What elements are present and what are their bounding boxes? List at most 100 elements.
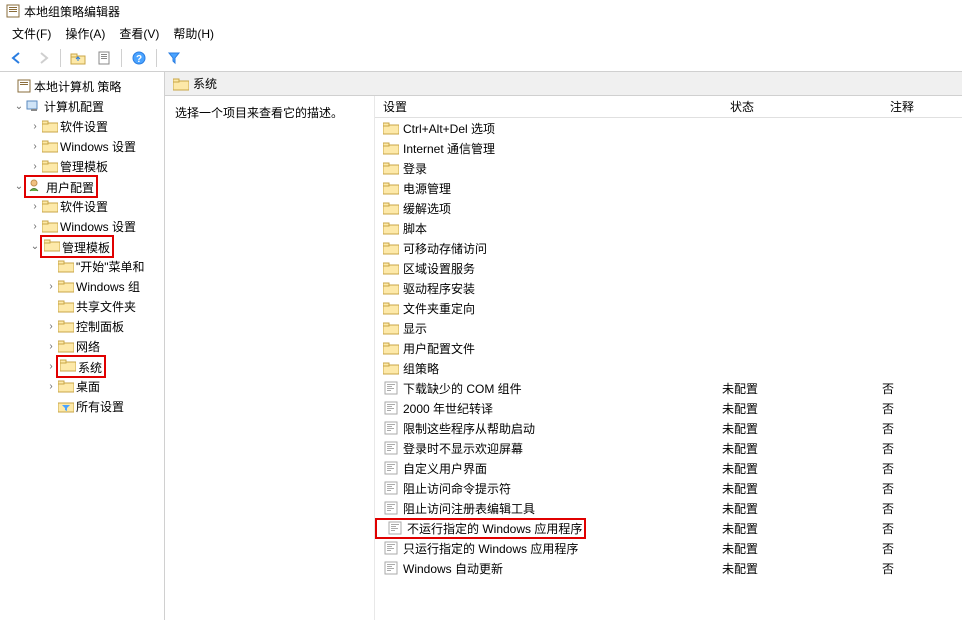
- list-item[interactable]: 阻止访问命令提示符未配置否: [375, 478, 962, 498]
- list-item[interactable]: 可移动存储访问: [375, 238, 962, 258]
- tree-item-label: 管理模板: [60, 158, 108, 175]
- list-item-label: 登录时不显示欢迎屏幕: [403, 440, 722, 457]
- list-item[interactable]: Windows 自动更新未配置否: [375, 558, 962, 578]
- list-item[interactable]: 只运行指定的 Windows 应用程序未配置否: [375, 538, 962, 558]
- menu-action[interactable]: 操作(A): [59, 23, 111, 44]
- list-item[interactable]: 文件夹重定向: [375, 298, 962, 318]
- content-body: 选择一个项目来查看它的描述。 设置 状态 注释 Ctrl+Alt+Del 选项I…: [165, 96, 962, 620]
- list-item[interactable]: 不运行指定的 Windows 应用程序未配置否: [375, 518, 962, 538]
- tree-item[interactable]: ⌄计算机配置: [0, 96, 164, 116]
- back-button[interactable]: [6, 47, 28, 69]
- list-item[interactable]: 缓解选项: [375, 198, 962, 218]
- column-name[interactable]: 设置: [375, 98, 722, 115]
- list-item-label: 用户配置文件: [403, 340, 722, 357]
- list-item[interactable]: Ctrl+Alt+Del 选项: [375, 118, 962, 138]
- list-item-label: 区域设置服务: [403, 260, 722, 277]
- tree-item[interactable]: ›Windows 设置: [0, 216, 164, 236]
- list-item[interactable]: 驱动程序安装: [375, 278, 962, 298]
- folder-icon: [58, 298, 74, 314]
- chevron-down-icon[interactable]: ⌄: [12, 101, 26, 112]
- folder-icon: [383, 140, 399, 156]
- list-item-label: 只运行指定的 Windows 应用程序: [403, 540, 722, 557]
- chevron-right-icon[interactable]: ›: [44, 281, 58, 292]
- filter-button[interactable]: [163, 47, 185, 69]
- column-state[interactable]: 状态: [722, 98, 882, 115]
- list-item[interactable]: 登录时不显示欢迎屏幕未配置否: [375, 438, 962, 458]
- tree-item[interactable]: ⌄管理模板: [0, 236, 164, 256]
- tree-item[interactable]: ⌄用户配置: [0, 176, 164, 196]
- list-item-note: 否: [882, 420, 962, 437]
- folder-icon: [58, 258, 74, 274]
- menubar: 文件(F) 操作(A) 查看(V) 帮助(H): [0, 22, 962, 44]
- toolbar-separator: [121, 49, 122, 67]
- tree-item[interactable]: › 管理模板: [0, 156, 164, 176]
- menu-file[interactable]: 文件(F): [6, 23, 57, 44]
- content-header: 系统: [165, 72, 962, 96]
- chevron-right-icon[interactable]: ›: [28, 221, 42, 232]
- tree-item[interactable]: › 控制面板: [0, 316, 164, 336]
- list-item-label: 文件夹重定向: [403, 300, 722, 317]
- list-item[interactable]: Internet 通信管理: [375, 138, 962, 158]
- list-item-label: 不运行指定的 Windows 应用程序: [407, 520, 582, 537]
- list-header: 设置 状态 注释: [375, 96, 962, 118]
- chevron-right-icon[interactable]: ›: [28, 201, 42, 212]
- column-note[interactable]: 注释: [882, 98, 962, 115]
- list-item[interactable]: 区域设置服务: [375, 258, 962, 278]
- description-column: 选择一个项目来查看它的描述。: [165, 96, 375, 620]
- list-item[interactable]: 限制这些程序从帮助启动未配置否: [375, 418, 962, 438]
- setting-icon: [383, 560, 399, 576]
- list-item-state: 未配置: [722, 560, 882, 577]
- folder-icon: [383, 320, 399, 336]
- tree-item[interactable]: ›网络: [0, 336, 164, 356]
- tree-item[interactable]: 所有设置: [0, 396, 164, 416]
- list-item[interactable]: 用户配置文件: [375, 338, 962, 358]
- list-item[interactable]: 显示: [375, 318, 962, 338]
- help-button[interactable]: ?: [128, 47, 150, 69]
- list-item[interactable]: 下载缺少的 COM 组件未配置否: [375, 378, 962, 398]
- list-item-note: 否: [882, 460, 962, 477]
- highlight-box: 系统: [56, 355, 106, 378]
- menu-help[interactable]: 帮助(H): [167, 23, 220, 44]
- list-item-label: 阻止访问命令提示符: [403, 480, 722, 497]
- folder-icon: [383, 360, 399, 376]
- list-item[interactable]: 脚本: [375, 218, 962, 238]
- folder-icon: [383, 240, 399, 256]
- tree-item[interactable]: ›桌面: [0, 376, 164, 396]
- tree-panel: 本地计算机 策略⌄计算机配置›软件设置›Windows 设置›管理模板⌄用户配置…: [0, 72, 165, 620]
- setting-icon: [383, 540, 399, 556]
- chevron-right-icon[interactable]: ›: [44, 341, 58, 352]
- list-item[interactable]: 登录: [375, 158, 962, 178]
- up-button[interactable]: [67, 47, 89, 69]
- chevron-right-icon[interactable]: ›: [28, 141, 42, 152]
- tree-item[interactable]: 本地计算机 策略: [0, 76, 164, 96]
- app-icon: [6, 4, 20, 18]
- chevron-right-icon[interactable]: ›: [44, 381, 58, 392]
- setting-icon: [387, 520, 403, 536]
- book-icon: [16, 78, 32, 94]
- chevron-right-icon[interactable]: ›: [28, 121, 42, 132]
- tree-item[interactable]: ›Windows 设置: [0, 136, 164, 156]
- tree-item[interactable]: ›系统: [0, 356, 164, 376]
- setting-icon: [383, 480, 399, 496]
- tree-item-label: 控制面板: [76, 318, 124, 335]
- forward-button[interactable]: [32, 47, 54, 69]
- chevron-right-icon[interactable]: ›: [44, 321, 58, 332]
- list-item[interactable]: 自定义用户界面未配置否: [375, 458, 962, 478]
- tree-item-label: 软件设置: [60, 198, 108, 215]
- tree-item[interactable]: ›Windows 组: [0, 276, 164, 296]
- tree-item[interactable]: ›软件设置: [0, 116, 164, 136]
- main-area: 本地计算机 策略⌄计算机配置›软件设置›Windows 设置›管理模板⌄用户配置…: [0, 72, 962, 620]
- tree-item[interactable]: › 软件设置: [0, 196, 164, 216]
- tree-item[interactable]: "开始"菜单和: [0, 256, 164, 276]
- tree-item[interactable]: 共享文件夹: [0, 296, 164, 316]
- list-item[interactable]: 2000 年世纪转译未配置否: [375, 398, 962, 418]
- folder-icon: [383, 120, 399, 136]
- properties-button[interactable]: [93, 47, 115, 69]
- list-item[interactable]: 电源管理: [375, 178, 962, 198]
- list-item[interactable]: 组策略: [375, 358, 962, 378]
- folder-icon: [383, 300, 399, 316]
- chevron-right-icon[interactable]: ›: [28, 161, 42, 172]
- list-item[interactable]: 阻止访问注册表编辑工具未配置否: [375, 498, 962, 518]
- tree-item-label: 用户配置: [46, 181, 94, 195]
- menu-view[interactable]: 查看(V): [113, 23, 165, 44]
